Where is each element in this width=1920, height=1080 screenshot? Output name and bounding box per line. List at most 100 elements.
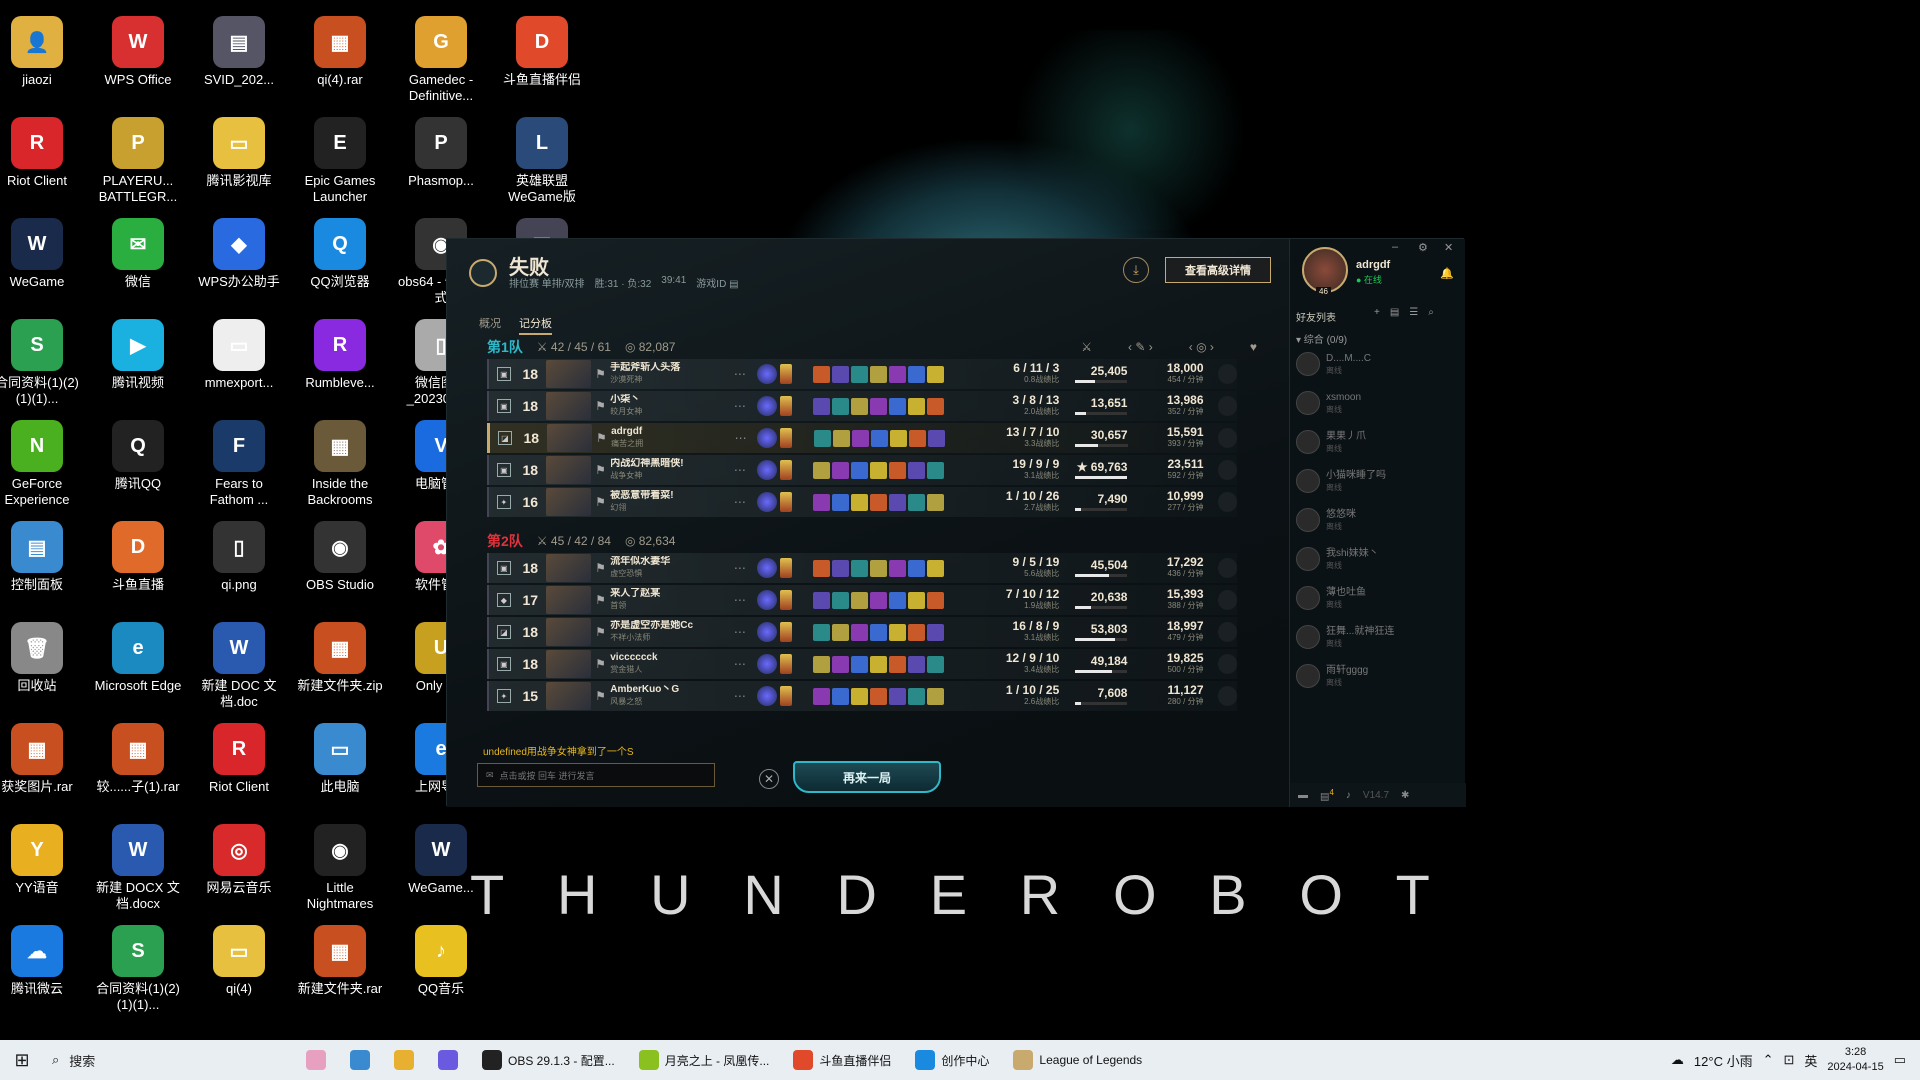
- friend-item[interactable]: 雨轩gggg 离线: [1296, 659, 1456, 693]
- player-row[interactable]: ◆ 17 ⚑ 来人了赵某 首领 ⋯ 7 / 10 / 12 1.9战绩比 20,638 15,39…: [487, 585, 1238, 615]
- champion-portrait[interactable]: [545, 488, 591, 516]
- item-icon[interactable]: [832, 623, 850, 641]
- player-row[interactable]: ▣ 18 ⚑ 流年似水妻华 虚空恐惧 ⋯ 9 / 5 / 19 5.6战绩比 45,504 17,…: [487, 553, 1238, 583]
- item-icon[interactable]: [813, 655, 831, 673]
- desktop-icon[interactable]: W WPS Office: [94, 8, 182, 104]
- item-icon[interactable]: [870, 397, 888, 415]
- desktop-icon[interactable]: R Riot Client: [0, 109, 81, 205]
- more-options-icon[interactable]: ⋯: [726, 431, 755, 445]
- item-icon[interactable]: [908, 493, 926, 511]
- desktop-icon[interactable]: W WeGame: [0, 210, 81, 306]
- desktop-icon[interactable]: 🗑 回收站: [0, 614, 81, 710]
- friend-item[interactable]: 悠悠咪 离线: [1296, 503, 1456, 537]
- item-icon[interactable]: [870, 559, 888, 577]
- item-icon[interactable]: [870, 623, 888, 641]
- item-icon[interactable]: [851, 461, 869, 479]
- item-icon[interactable]: [927, 365, 945, 383]
- taskbar-app[interactable]: [338, 1040, 382, 1080]
- desktop-icon[interactable]: S 合同资料(1)(2)(1)(1)...: [94, 917, 182, 1013]
- item-icon[interactable]: [870, 655, 888, 673]
- desktop-icon[interactable]: R Riot Client: [195, 715, 283, 811]
- item-icon[interactable]: [832, 429, 850, 447]
- column-icon[interactable]: ⚔: [1081, 340, 1092, 354]
- desktop-icon[interactable]: Q 腾讯QQ: [94, 412, 182, 508]
- item-icon[interactable]: [870, 365, 888, 383]
- more-options-icon[interactable]: ⋯: [725, 561, 754, 575]
- player-name-block[interactable]: 内战幻神黑暗侠! 战争女神: [610, 458, 725, 482]
- item-icon[interactable]: [832, 365, 850, 383]
- friend-item[interactable]: 狂舞...就神狂连 离线: [1296, 620, 1456, 654]
- search-icon[interactable]: ⌕: [1428, 307, 1434, 318]
- player-row[interactable]: ▣ 18 ⚑ 内战幻神黑暗侠! 战争女神 ⋯ 19 / 9 / 9 3.1战绩比 ★ 69,76…: [487, 455, 1238, 485]
- taskbar-app[interactable]: 斗鱼直播伴侣: [781, 1040, 903, 1080]
- desktop-icon[interactable]: E Epic Games Launcher: [296, 109, 384, 205]
- champion-portrait[interactable]: [546, 424, 592, 452]
- champion-portrait[interactable]: [545, 586, 591, 614]
- item-icon[interactable]: [908, 687, 926, 705]
- item-icon[interactable]: [908, 397, 926, 415]
- desktop-icon[interactable]: ▭ mmexport...: [195, 311, 283, 407]
- item-icon[interactable]: [889, 591, 907, 609]
- item-icon[interactable]: [927, 591, 945, 609]
- desktop-icon[interactable]: ▦ 新建文件夹.rar: [296, 917, 384, 1013]
- play-again-button[interactable]: 再来一局: [793, 761, 941, 793]
- chat-input[interactable]: ✉ 点击或按 回车 进行发言: [477, 763, 715, 787]
- desktop-icon[interactable]: W 新建 DOC 文档.doc: [195, 614, 283, 710]
- item-icon[interactable]: [908, 461, 926, 479]
- item-icon[interactable]: [908, 365, 926, 383]
- desktop-icon[interactable]: ▦ 获奖图片.rar: [0, 715, 81, 811]
- player-row[interactable]: ▣ 18 ⚑ vicccccck 赏金猎人 ⋯ 12 / 9 / 10 3.4战绩比 49,18…: [487, 649, 1238, 679]
- item-icon[interactable]: [927, 687, 945, 705]
- item-icon[interactable]: [927, 623, 945, 641]
- bell-icon[interactable]: 🔔: [1440, 267, 1454, 280]
- item-icon[interactable]: [813, 559, 831, 577]
- item-icon[interactable]: [832, 461, 850, 479]
- desktop-icon[interactable]: ▶ 腾讯视频: [94, 311, 182, 407]
- item-icon[interactable]: [870, 591, 888, 609]
- honor-icon[interactable]: [1217, 654, 1238, 674]
- desktop-icon[interactable]: ▭ 此电脑: [296, 715, 384, 811]
- item-icon[interactable]: [927, 655, 945, 673]
- bug-report-icon[interactable]: ✱: [1401, 790, 1409, 801]
- item-icon[interactable]: [927, 559, 945, 577]
- folder-icon[interactable]: ▤: [1390, 307, 1399, 318]
- online-status[interactable]: ● 在线: [1356, 273, 1382, 286]
- player-row[interactable]: ✦ 15 ⚑ AmberKuo丶G 风暴之怒 ⋯ 1 / 10 / 25 2.6战绩比 7,60…: [487, 681, 1238, 711]
- desktop-icon[interactable]: W 新建 DOCX 文档.docx: [94, 816, 182, 912]
- item-icon[interactable]: [851, 365, 869, 383]
- minimize-icon[interactable]: –: [1392, 241, 1398, 253]
- champion-portrait[interactable]: [545, 650, 591, 678]
- player-name-block[interactable]: 亦是虚空亦是她Cc 不祥小法师: [610, 620, 725, 644]
- download-icon[interactable]: ⤓: [1123, 257, 1149, 283]
- player-name-block[interactable]: AmberKuo丶G 风暴之怒: [610, 684, 725, 708]
- desktop-icon[interactable]: D 斗鱼直播伴侣: [498, 8, 586, 104]
- item-icon[interactable]: [813, 687, 831, 705]
- taskbar-app[interactable]: League of Legends: [1001, 1040, 1154, 1080]
- desktop-icon[interactable]: G Gamedec - Definitive...: [397, 8, 485, 104]
- mission-icon[interactable]: ▤4: [1320, 788, 1334, 802]
- desktop-icon[interactable]: ☁ 腾讯微云: [0, 917, 81, 1013]
- taskbar-app[interactable]: [426, 1040, 470, 1080]
- item-icon[interactable]: [908, 655, 926, 673]
- player-row[interactable]: ▣ 18 ⚑ 小柒丶 皎月女神 ⋯ 3 / 8 / 13 2.0战绩比 13,651 13,986…: [487, 391, 1238, 421]
- start-icon[interactable]: ⊞: [0, 1040, 44, 1080]
- desktop-icon[interactable]: ◎ 网易云音乐: [195, 816, 283, 912]
- player-name-block[interactable]: 来人了赵某 首领: [610, 588, 725, 612]
- chevron-up-icon[interactable]: ⌃: [1763, 1052, 1774, 1068]
- desktop-icon[interactable]: ▦ 较......子(1).rar: [94, 715, 182, 811]
- player-name-block[interactable]: adrgdf 痛苦之拥: [611, 426, 726, 450]
- honor-icon[interactable]: [1217, 590, 1238, 610]
- item-icon[interactable]: [927, 429, 945, 447]
- item-icon[interactable]: [889, 461, 907, 479]
- item-icon[interactable]: [813, 461, 831, 479]
- player-name-block[interactable]: 手起斧斩人头落 沙漠死神: [610, 362, 725, 386]
- item-icon[interactable]: [851, 397, 869, 415]
- item-icon[interactable]: [870, 493, 888, 511]
- honor-icon[interactable]: [1217, 558, 1238, 578]
- item-icon[interactable]: [889, 559, 907, 577]
- champion-portrait[interactable]: [545, 456, 591, 484]
- desktop-icon[interactable]: ▦ Inside the Backrooms: [296, 412, 384, 508]
- honor-icon[interactable]: [1217, 492, 1238, 512]
- item-icon[interactable]: [889, 397, 907, 415]
- taskbar-app[interactable]: OBS 29.1.3 - 配置...: [470, 1040, 627, 1080]
